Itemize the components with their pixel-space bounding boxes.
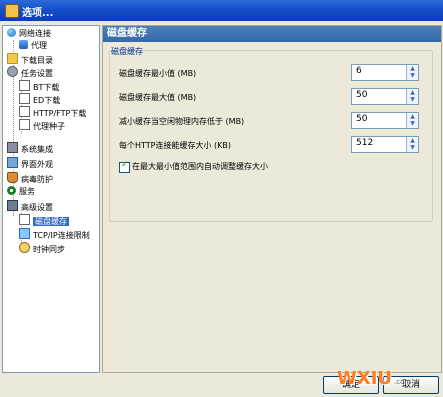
globe-icon xyxy=(7,28,16,37)
stepper-value: 512 xyxy=(356,138,374,148)
chevron-up-icon[interactable]: ▲ xyxy=(408,137,417,144)
low-memory-threshold-stepper[interactable]: 50 ▲ ▼ xyxy=(351,112,419,129)
tree-item-label: 界面外观 xyxy=(21,160,53,169)
tree-item-system-integration[interactable]: 系统集成 xyxy=(7,142,53,154)
chevron-up-icon[interactable]: ▲ xyxy=(408,89,417,96)
tree-item-appearance[interactable]: 界面外观 xyxy=(7,157,53,169)
tree-item-virus-protection[interactable]: 病毒防护 xyxy=(7,172,53,184)
auto-adjust-cache-label[interactable]: 在最大最小值范围内自动调整缓存大小 xyxy=(132,161,268,172)
low-memory-threshold-label: 减小缓存当空闲物理内存低于 (MB) xyxy=(119,117,245,126)
panel-title: 磁盘缓存 xyxy=(103,26,441,42)
chevron-up-icon[interactable]: ▲ xyxy=(408,113,417,120)
chevron-down-icon[interactable]: ▼ xyxy=(408,72,417,79)
advanced-icon xyxy=(7,200,18,211)
app-icon xyxy=(5,4,19,18)
tree-item-label: BT下载 xyxy=(33,83,60,92)
tree-item-label: 系统集成 xyxy=(21,145,53,154)
tree-item-network[interactable]: 网络连接 xyxy=(7,28,51,40)
tree-item-label: 磁盘缓存 xyxy=(33,217,69,226)
tree-item-label: HTTP/FTP下载 xyxy=(33,109,87,118)
http-cache-size-label: 每个HTTP连接能缓存大小 (KB) xyxy=(119,141,231,150)
tree-item-advanced-settings[interactable]: 高级设置 xyxy=(7,200,53,212)
group-title: 磁盘缓存 xyxy=(111,47,143,56)
tree-item-label: 任务设置 xyxy=(21,69,53,78)
tree-item-proxy[interactable]: 代理 xyxy=(19,40,47,52)
settings-panel: 磁盘缓存 磁盘缓存 磁盘缓存最小值 (MB) 6 ▲ ▼ 磁盘缓存最大值 (MB… xyxy=(102,25,442,373)
file-icon xyxy=(19,214,30,225)
tree-item-label: 服务 xyxy=(19,187,35,196)
stepper-value: 6 xyxy=(356,66,362,76)
tree-item-label: 网络连接 xyxy=(19,29,51,38)
tree-item-label: ED下载 xyxy=(33,96,61,105)
tree-item-label: 代理 xyxy=(31,41,47,50)
chevron-up-icon[interactable]: ▲ xyxy=(408,65,417,72)
cache-max-label: 磁盘缓存最大值 (MB) xyxy=(119,93,197,102)
title-bar: 选项... xyxy=(0,0,443,21)
shield-icon xyxy=(7,172,18,183)
tree-item-label: 下载目录 xyxy=(21,56,53,65)
tree-item-label: 高级设置 xyxy=(21,203,53,212)
gear-icon xyxy=(7,66,18,77)
tree-item-task-settings[interactable]: 任务设置 xyxy=(7,66,53,78)
tree-item-bt-download[interactable]: BT下载 xyxy=(19,80,59,92)
tree-item-clock-sync[interactable]: 时钟同步 xyxy=(19,242,65,254)
stepper-value: 50 xyxy=(356,90,368,100)
ball-icon xyxy=(7,186,16,195)
watermark-text: WXIU xyxy=(337,368,393,389)
spinner-buttons[interactable]: ▲ ▼ xyxy=(406,65,418,80)
tree-item-label: 病毒防护 xyxy=(21,175,53,184)
chevron-down-icon[interactable]: ▼ xyxy=(408,144,417,151)
stepper-value: 50 xyxy=(356,114,368,124)
spinner-buttons[interactable]: ▲ ▼ xyxy=(406,89,418,104)
options-window: 选项... 网络连接 代理 下载目录 任务设置 BT下载 ED下载 HTTP/F… xyxy=(0,0,443,397)
check-icon: ✓ xyxy=(121,160,129,170)
spinner-buttons[interactable]: ▲ ▼ xyxy=(406,113,418,128)
tree-item-ed-download[interactable]: ED下载 xyxy=(19,93,60,105)
proxy-icon xyxy=(19,40,28,49)
settings-tree[interactable]: 网络连接 代理 下载目录 任务设置 BT下载 ED下载 HTTP/FTP下载 代… xyxy=(2,25,100,373)
chip-icon xyxy=(7,142,18,153)
tree-item-proxy-seed[interactable]: 代理种子 xyxy=(19,119,65,131)
auto-adjust-cache-checkbox[interactable]: ✓ xyxy=(119,160,130,173)
tree-item-http-ftp-download[interactable]: HTTP/FTP下载 xyxy=(19,106,86,118)
tree-item-tcp-limit[interactable]: TCP/IP连接限制 xyxy=(19,228,90,240)
cache-max-stepper[interactable]: 50 ▲ ▼ xyxy=(351,88,419,105)
file-icon xyxy=(19,93,30,104)
watermark-suffix: .com xyxy=(394,378,412,386)
watermark-logo: WXIU .com xyxy=(337,368,411,389)
folder-icon xyxy=(7,53,18,64)
tree-item-label: 代理种子 xyxy=(33,122,65,131)
tree-item-download-folder[interactable]: 下载目录 xyxy=(7,53,53,65)
chevron-down-icon[interactable]: ▼ xyxy=(408,96,417,103)
file-icon xyxy=(19,106,30,117)
tree-item-label: TCP/IP连接限制 xyxy=(33,231,90,240)
http-cache-size-stepper[interactable]: 512 ▲ ▼ xyxy=(351,136,419,153)
file-icon xyxy=(19,80,30,91)
network-icon xyxy=(19,228,30,239)
chevron-down-icon[interactable]: ▼ xyxy=(408,120,417,127)
clock-icon xyxy=(19,242,30,253)
tree-item-disk-cache[interactable]: 磁盘缓存 xyxy=(19,214,69,226)
cache-min-label: 磁盘缓存最小值 (MB) xyxy=(119,69,197,78)
tree-item-service[interactable]: 服务 xyxy=(7,186,35,198)
spinner-buttons[interactable]: ▲ ▼ xyxy=(406,137,418,152)
screen-icon xyxy=(7,157,18,168)
cache-min-stepper[interactable]: 6 ▲ ▼ xyxy=(351,64,419,81)
file-icon xyxy=(19,119,30,130)
window-title: 选项... xyxy=(22,8,54,19)
tree-item-label: 时钟同步 xyxy=(33,245,65,254)
